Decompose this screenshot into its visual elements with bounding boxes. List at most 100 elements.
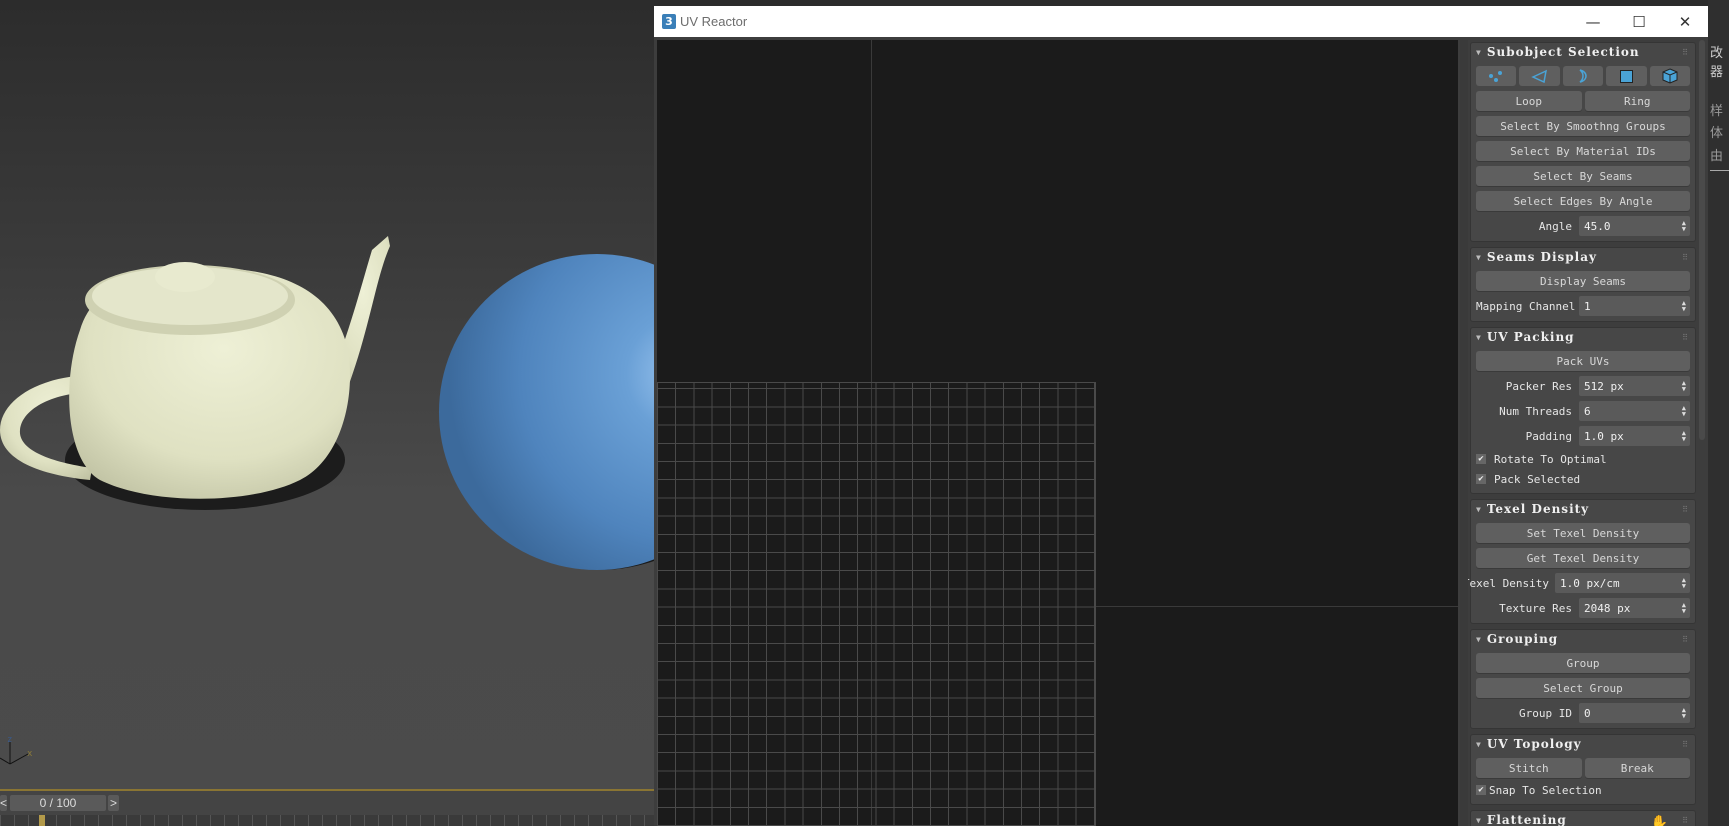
tool-panel: ▼ Subobject Selection ⠿ Loop Ring Select By… — [1468, 40, 1704, 826]
rollout-header[interactable]: ▼ Seams Display ⠿ — [1476, 248, 1690, 266]
rollout-header[interactable]: ▼ UV Topology ⠿ — [1476, 735, 1690, 753]
minimize-button[interactable]: — — [1570, 6, 1616, 37]
time-marker[interactable] — [39, 815, 45, 826]
uv-grid — [657, 382, 1096, 826]
angle-spinner[interactable]: 45.0 ▲ ▼ — [1579, 216, 1690, 236]
texel-density-spinner[interactable]: 1.0 px/cm ▲ ▼ — [1555, 573, 1690, 593]
num-threads-spinner[interactable]: 6 ▲ ▼ — [1579, 401, 1690, 421]
element-icon[interactable] — [1649, 66, 1691, 86]
sphere — [439, 254, 654, 570]
display-seams-button[interactable]: Display Seams — [1476, 271, 1690, 291]
set-texel-density-button[interactable]: Set Texel Density — [1476, 523, 1690, 543]
grip-icon[interactable]: ⠿ — [1682, 635, 1688, 644]
select-group-button[interactable]: Select Group — [1476, 678, 1690, 698]
spinner-arrows-icon[interactable]: ▲ ▼ — [1682, 602, 1686, 615]
rollout-title: Grouping — [1486, 632, 1559, 646]
uv-editor-canvas[interactable] — [657, 40, 1458, 826]
snap-to-selection-checkbox[interactable]: ✔ Snap To Selection — [1476, 781, 1690, 799]
collapse-triangle-icon: ▼ — [1476, 739, 1481, 749]
mapping-channel-label: Mapping Channel — [1476, 299, 1576, 313]
stitch-button[interactable]: Stitch — [1476, 758, 1582, 778]
group-button[interactable]: Group — [1476, 653, 1690, 673]
texture-res-value: 2048 px — [1584, 601, 1631, 615]
checkmark-icon[interactable]: ✔ — [1476, 785, 1486, 795]
divider — [1710, 170, 1729, 171]
grip-icon[interactable]: ⠿ — [1682, 333, 1688, 342]
collapse-triangle-icon: ▼ — [1476, 815, 1481, 825]
timeline-line — [0, 789, 654, 791]
rollout-title: UV Packing — [1486, 330, 1575, 344]
edge-icon[interactable] — [1519, 66, 1560, 86]
group-id-spinner[interactable]: 0 ▲ ▼ — [1579, 703, 1690, 723]
padding-spinner[interactable]: 1.0 px ▲ ▼ — [1579, 426, 1690, 446]
rollout-flattening: ▼ Flattening ⠿ ✋ — [1470, 810, 1696, 826]
vertex-icon[interactable] — [1476, 66, 1517, 86]
padding-label: Padding — [1525, 429, 1572, 443]
next-frame-button[interactable]: > — [108, 795, 119, 811]
border-icon[interactable] — [1562, 66, 1604, 86]
panel-splitter[interactable] — [1460, 40, 1468, 826]
window-title: UV Reactor — [680, 14, 748, 29]
spinner-arrows-icon[interactable]: ▲ ▼ — [1682, 220, 1686, 233]
select-by-material-ids-button[interactable]: Select By Material IDs — [1476, 141, 1690, 161]
pack-selected-checkbox[interactable]: ✔ Pack Selected — [1476, 470, 1690, 488]
select-by-seams-button[interactable]: Select By Seams — [1476, 166, 1690, 186]
spinner-arrows-icon[interactable]: ▲ ▼ — [1682, 300, 1686, 313]
grip-icon[interactable]: ⠿ — [1682, 505, 1688, 514]
prev-frame-button[interactable]: < — [0, 795, 7, 811]
rollout-header[interactable]: ▼ Grouping ⠿ — [1476, 630, 1690, 648]
packer-res-spinner[interactable]: 512 px ▲ ▼ — [1579, 376, 1690, 396]
grip-icon[interactable]: ⠿ — [1682, 253, 1688, 262]
grip-icon[interactable]: ⠿ — [1682, 816, 1688, 825]
3d-viewport[interactable]: z x < 0 / 100 > — [0, 0, 654, 826]
rotate-to-optimal-checkbox[interactable]: ✔ Rotate To Optimal — [1476, 450, 1690, 468]
spinner-arrows-icon[interactable]: ▲ ▼ — [1682, 430, 1686, 443]
spinner-arrows-icon[interactable]: ▲ ▼ — [1682, 707, 1686, 720]
strip-text: 体 — [1710, 126, 1724, 141]
rollout-grouping: ▼ Grouping ⠿ Group Select Group Group ID 0 ▲… — [1470, 629, 1696, 729]
texel-density-value: 1.0 px/cm — [1560, 576, 1620, 590]
grip-icon[interactable]: ⠿ — [1682, 740, 1688, 749]
packer-res-value: 512 px — [1584, 379, 1624, 393]
mapping-channel-spinner[interactable]: 1 ▲ ▼ — [1579, 296, 1690, 316]
uv-reactor-window: 3 UV Reactor — ☐ ✕ ▼ Subobject Selection ⠿… — [654, 6, 1708, 826]
texture-res-spinner[interactable]: 2048 px ▲ ▼ — [1579, 598, 1690, 618]
panel-scrollbar[interactable] — [1699, 40, 1705, 440]
rollout-header[interactable]: ▼ UV Packing ⠿ — [1476, 328, 1690, 346]
rollout-header[interactable]: ▼ Subobject Selection ⠿ — [1476, 43, 1690, 61]
rollout-texel-density: ▼ Texel Density ⠿ Set Texel Density Get Te… — [1468, 499, 1696, 624]
break-button[interactable]: Break — [1584, 758, 1690, 778]
collapse-triangle-icon: ▼ — [1476, 252, 1481, 262]
timeline-ticks[interactable] — [0, 815, 654, 826]
rollout-title: Flattening — [1486, 813, 1567, 826]
ring-button[interactable]: Ring — [1584, 91, 1690, 111]
mapping-channel-value: 1 — [1584, 299, 1591, 313]
rollout-title: Subobject Selection — [1486, 45, 1640, 59]
teapot-knob — [155, 262, 215, 292]
strip-text: 改器 — [1710, 46, 1724, 80]
rollout-header[interactable]: ▼ Flattening ⠿ ✋ — [1476, 811, 1690, 826]
close-button[interactable]: ✕ — [1662, 6, 1708, 37]
num-threads-value: 6 — [1584, 404, 1591, 418]
grip-icon[interactable]: ⠿ — [1682, 48, 1688, 57]
frame-slider[interactable]: 0 / 100 — [10, 795, 106, 811]
axis-x-label: x — [27, 749, 33, 759]
select-by-smoothing-groups-button[interactable]: Select By Smoothng Groups — [1476, 116, 1690, 136]
title-bar[interactable]: 3 UV Reactor — ☐ ✕ — [654, 6, 1708, 37]
checkmark-icon[interactable]: ✔ — [1476, 454, 1486, 464]
select-edges-by-angle-button[interactable]: Select Edges By Angle — [1476, 191, 1690, 211]
face-icon[interactable] — [1606, 66, 1647, 86]
rollout-header[interactable]: ▼ Texel Density ⠿ — [1476, 500, 1690, 518]
app-icon: 3 — [662, 14, 676, 29]
spinner-arrows-icon[interactable]: ▲ ▼ — [1682, 577, 1686, 590]
rollout-title: Seams Display — [1486, 250, 1597, 264]
get-texel-density-button[interactable]: Get Texel Density — [1476, 548, 1690, 568]
maximize-button[interactable]: ☐ — [1616, 6, 1662, 37]
snap-to-selection-label: Snap To Selection — [1489, 783, 1602, 797]
packer-res-label: Packer Res — [1505, 379, 1572, 393]
spinner-arrows-icon[interactable]: ▲ ▼ — [1682, 380, 1686, 393]
loop-button[interactable]: Loop — [1476, 91, 1582, 111]
pack-uvs-button[interactable]: Pack UVs — [1476, 351, 1690, 371]
checkmark-icon[interactable]: ✔ — [1476, 474, 1486, 484]
spinner-arrows-icon[interactable]: ▲ ▼ — [1682, 405, 1686, 418]
